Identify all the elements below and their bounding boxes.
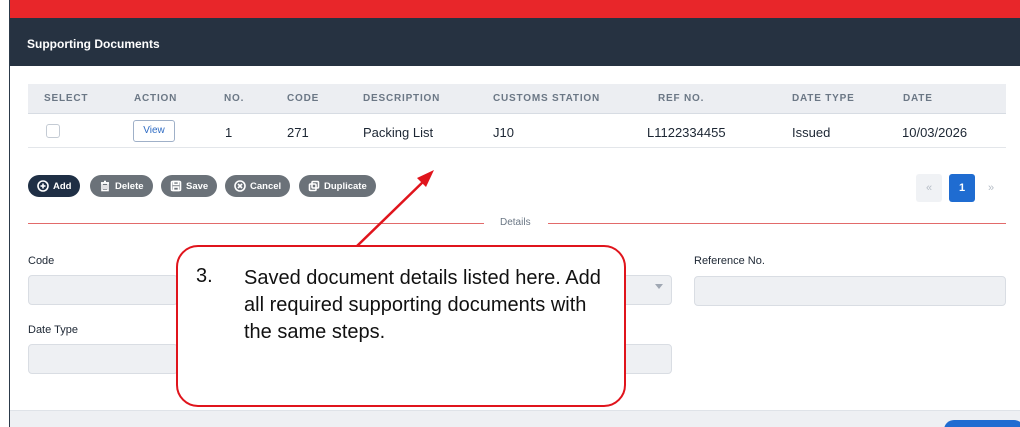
divider-right xyxy=(548,223,1006,224)
cancel-button[interactable]: Cancel xyxy=(225,175,291,197)
window-edge xyxy=(0,0,10,427)
add-button[interactable]: Add xyxy=(28,175,81,197)
duplicate-button[interactable]: Duplicate xyxy=(299,175,376,197)
instruction-callout: 3. Saved document details listed here. A… xyxy=(176,245,626,407)
pager-next[interactable]: » xyxy=(978,174,1004,202)
col-select: SELECT xyxy=(44,93,89,104)
add-label: Add xyxy=(53,180,72,192)
date-type-field[interactable] xyxy=(28,344,178,374)
x-circle-icon xyxy=(234,180,246,192)
callout-text: Saved document details listed here. Add … xyxy=(244,267,601,343)
view-button[interactable]: View xyxy=(133,120,175,142)
table-row: View 1 271 Packing List J10 L1122334455 … xyxy=(28,114,1006,148)
col-date: DATE xyxy=(903,93,933,104)
col-customs-station: CUSTOMS STATION xyxy=(493,93,600,104)
copy-icon xyxy=(308,180,320,192)
code-label: Code xyxy=(28,255,55,267)
table-header: SELECT ACTION NO. CODE DESCRIPTION CUSTO… xyxy=(28,84,1006,114)
row-select-checkbox[interactable] xyxy=(46,124,60,138)
top-accent-bar xyxy=(10,0,1020,18)
panel-title: Supporting Documents xyxy=(10,18,1020,66)
footer-bar xyxy=(10,410,1020,427)
col-action: ACTION xyxy=(134,93,178,104)
reference-no-field[interactable] xyxy=(694,276,1006,306)
save-label: Save xyxy=(186,180,209,192)
col-date-type: DATE TYPE xyxy=(792,93,855,104)
cell-code: 271 xyxy=(287,125,309,140)
delete-button[interactable]: Delete xyxy=(90,175,153,197)
trash-icon xyxy=(101,180,109,192)
pager-page-1[interactable]: 1 xyxy=(949,174,975,202)
details-section-label: Details xyxy=(498,217,533,228)
reference-label: Reference No. xyxy=(694,255,765,267)
cell-description: Packing List xyxy=(363,125,434,140)
plus-circle-icon xyxy=(37,180,49,192)
cell-no: 1 xyxy=(225,125,233,140)
pager-prev[interactable]: « xyxy=(916,174,942,202)
chevron-down-icon xyxy=(655,284,663,289)
callout-step-number: 3. xyxy=(196,265,213,287)
cell-customs-station: J10 xyxy=(493,125,514,140)
floppy-icon xyxy=(170,180,182,192)
col-no: NO. xyxy=(224,93,245,104)
date-type-label: Date Type xyxy=(28,324,78,336)
footer-action-button[interactable] xyxy=(944,420,1020,427)
cell-date: 10/03/2026 xyxy=(902,125,968,140)
code-field[interactable] xyxy=(28,275,178,305)
divider-left xyxy=(28,223,484,224)
col-code: CODE xyxy=(287,93,320,104)
cell-ref-no: L1122334455 xyxy=(647,125,726,140)
cell-date-type: Issued xyxy=(792,125,831,140)
col-ref-no: REF NO. xyxy=(658,93,705,104)
delete-label: Delete xyxy=(115,180,144,192)
duplicate-label: Duplicate xyxy=(324,180,367,192)
cancel-label: Cancel xyxy=(250,180,282,192)
save-button[interactable]: Save xyxy=(161,175,218,197)
col-description: DESCRIPTION xyxy=(363,93,441,104)
